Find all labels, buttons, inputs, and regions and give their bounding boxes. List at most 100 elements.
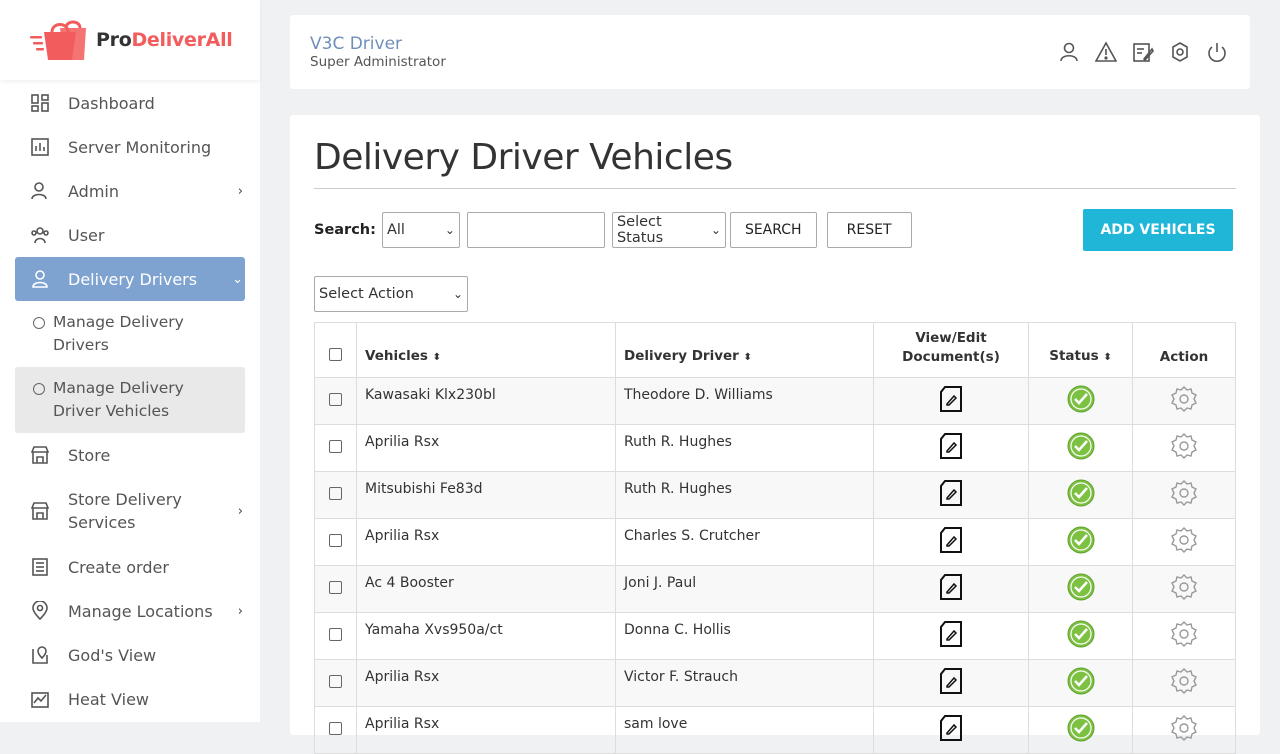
row-select-cell <box>314 518 357 566</box>
status-active-check-icon[interactable] <box>1067 714 1095 742</box>
sidebar-item-label: Heat View <box>68 689 150 709</box>
sidebar-subitem-manage-delivery-drivers[interactable]: Manage Delivery Drivers <box>15 301 245 367</box>
row-checkbox[interactable] <box>329 721 342 735</box>
status-active-check-icon[interactable] <box>1067 620 1095 648</box>
column-header-driver[interactable]: Delivery Driver ⬍ <box>615 322 874 378</box>
column-header-status[interactable]: Status ⬍ <box>1028 322 1133 378</box>
row-checkbox[interactable] <box>329 392 342 406</box>
row-checkbox[interactable] <box>329 627 342 641</box>
status-select[interactable]: Select Status ⌄ <box>611 212 726 248</box>
sidebar-item-dashboard[interactable]: Dashboard <box>15 81 245 125</box>
location-pin-icon <box>30 601 50 621</box>
driver-cell: Victor F. Strauch <box>615 659 874 707</box>
row-checkbox[interactable] <box>329 580 342 594</box>
sidebar-subitem-manage-delivery-driver-vehicles[interactable]: Manage Delivery Driver Vehicles <box>15 367 245 433</box>
settings-gear-icon[interactable] <box>1171 527 1197 553</box>
document-cell <box>873 377 1029 425</box>
logo[interactable]: ProDeliverAll <box>0 0 260 80</box>
sidebar-item-label: Store <box>68 445 111 465</box>
settings-gear-icon[interactable] <box>1171 715 1197 741</box>
action-cell <box>1132 612 1236 660</box>
document-cell <box>873 565 1029 613</box>
table-row: Aprilia Rsx Ruth R. Hughes <box>314 424 1236 472</box>
sidebar-item-label: Server Monitoring <box>68 137 212 157</box>
vehicle-cell: Aprilia Rsx <box>356 706 616 754</box>
status-active-check-icon[interactable] <box>1067 432 1095 460</box>
page-title: Delivery Driver Vehicles <box>314 137 733 178</box>
driver-cell: Joni J. Paul <box>615 565 874 613</box>
row-select-cell <box>314 377 357 425</box>
edit-document-icon[interactable] <box>939 668 963 694</box>
action-cell <box>1132 706 1236 754</box>
chevron-down-icon: ⌄ <box>452 287 463 301</box>
driver-cell: Donna C. Hollis <box>615 612 874 660</box>
select-all-checkbox[interactable] <box>329 348 342 361</box>
status-active-check-icon[interactable] <box>1067 526 1095 554</box>
action-cell <box>1132 659 1236 707</box>
sidebar-item-store-delivery-services[interactable]: Store Delivery Services › <box>15 477 245 545</box>
settings-gear-icon[interactable] <box>1171 480 1197 506</box>
column-header-vehicles[interactable]: Vehicles ⬍ <box>356 322 616 378</box>
vehicles-table: Vehicles ⬍ Delivery Driver ⬍ View/Edit D… <box>314 322 1236 754</box>
status-active-check-icon[interactable] <box>1067 667 1095 695</box>
sidebar-item-create-order[interactable]: Create order <box>15 545 245 589</box>
chevron-right-icon: › <box>237 603 243 619</box>
select-all-header <box>314 322 357 378</box>
row-checkbox[interactable] <box>329 533 342 547</box>
settings-gear-icon[interactable] <box>1171 386 1197 412</box>
driver-cell: Ruth R. Hughes <box>615 471 874 519</box>
row-checkbox[interactable] <box>329 674 342 688</box>
warning-icon[interactable] <box>1095 41 1117 63</box>
map-pin-icon <box>30 645 50 665</box>
sidebar-item-admin[interactable]: Admin › <box>15 169 245 213</box>
document-cell <box>873 424 1029 472</box>
edit-document-icon[interactable] <box>939 621 963 647</box>
edit-document-icon[interactable] <box>939 574 963 600</box>
status-active-check-icon[interactable] <box>1067 385 1095 413</box>
edit-document-icon[interactable] <box>939 386 963 412</box>
power-icon[interactable] <box>1206 41 1228 63</box>
settings-gear-icon[interactable] <box>1171 668 1197 694</box>
row-select-cell <box>314 706 357 754</box>
sidebar-item-heat-view[interactable]: Heat View <box>15 677 245 721</box>
edit-document-icon[interactable] <box>939 480 963 506</box>
vehicle-cell: Aprilia Rsx <box>356 424 616 472</box>
heat-map-icon <box>30 689 50 709</box>
settings-gear-icon[interactable] <box>1171 621 1197 647</box>
table-row: Yamaha Xvs950a/ct Donna C. Hollis <box>314 612 1236 660</box>
sidebar-item-user[interactable]: User <box>15 213 245 257</box>
edit-document-icon[interactable] <box>939 527 963 553</box>
sidebar-item-label: Create order <box>68 557 169 577</box>
vehicle-cell: Aprilia Rsx <box>356 518 616 566</box>
bulk-action-select[interactable]: Select Action ⌄ <box>314 276 468 312</box>
sidebar-item-store[interactable]: Store <box>15 433 245 477</box>
settings-gear-icon[interactable] <box>1169 41 1191 63</box>
status-active-check-icon[interactable] <box>1067 573 1095 601</box>
row-checkbox[interactable] <box>329 439 342 453</box>
add-vehicles-button[interactable]: ADD VEHICLES <box>1083 209 1233 251</box>
edit-document-icon[interactable] <box>939 433 963 459</box>
vehicle-cell: Ac 4 Booster <box>356 565 616 613</box>
sidebar-item-delivery-drivers[interactable]: Delivery Drivers ⌄ <box>15 257 245 301</box>
user-role: Super Administrator <box>310 54 446 70</box>
search-type-select[interactable]: All ⌄ <box>381 212 460 248</box>
edit-document-icon[interactable] <box>939 715 963 741</box>
search-button[interactable]: SEARCH <box>729 212 817 248</box>
search-input[interactable] <box>466 212 605 248</box>
status-cell <box>1028 565 1133 613</box>
status-active-check-icon[interactable] <box>1067 479 1095 507</box>
settings-gear-icon[interactable] <box>1171 574 1197 600</box>
row-select-cell <box>314 424 357 472</box>
table-row: Aprilia Rsx sam love <box>314 706 1236 754</box>
row-checkbox[interactable] <box>329 486 342 500</box>
reset-button[interactable]: RESET <box>826 212 912 248</box>
document-cell <box>873 706 1029 754</box>
title-divider <box>314 188 1236 189</box>
profile-icon[interactable] <box>1058 41 1080 63</box>
settings-gear-icon[interactable] <box>1171 433 1197 459</box>
sidebar-item-label: Manage Locations <box>68 601 213 621</box>
sidebar-item-gods-view[interactable]: God's View <box>15 633 245 677</box>
sidebar-item-server-monitoring[interactable]: Server Monitoring <box>15 125 245 169</box>
edit-note-icon[interactable] <box>1132 41 1154 63</box>
sidebar-item-manage-locations[interactable]: Manage Locations › <box>15 589 245 633</box>
